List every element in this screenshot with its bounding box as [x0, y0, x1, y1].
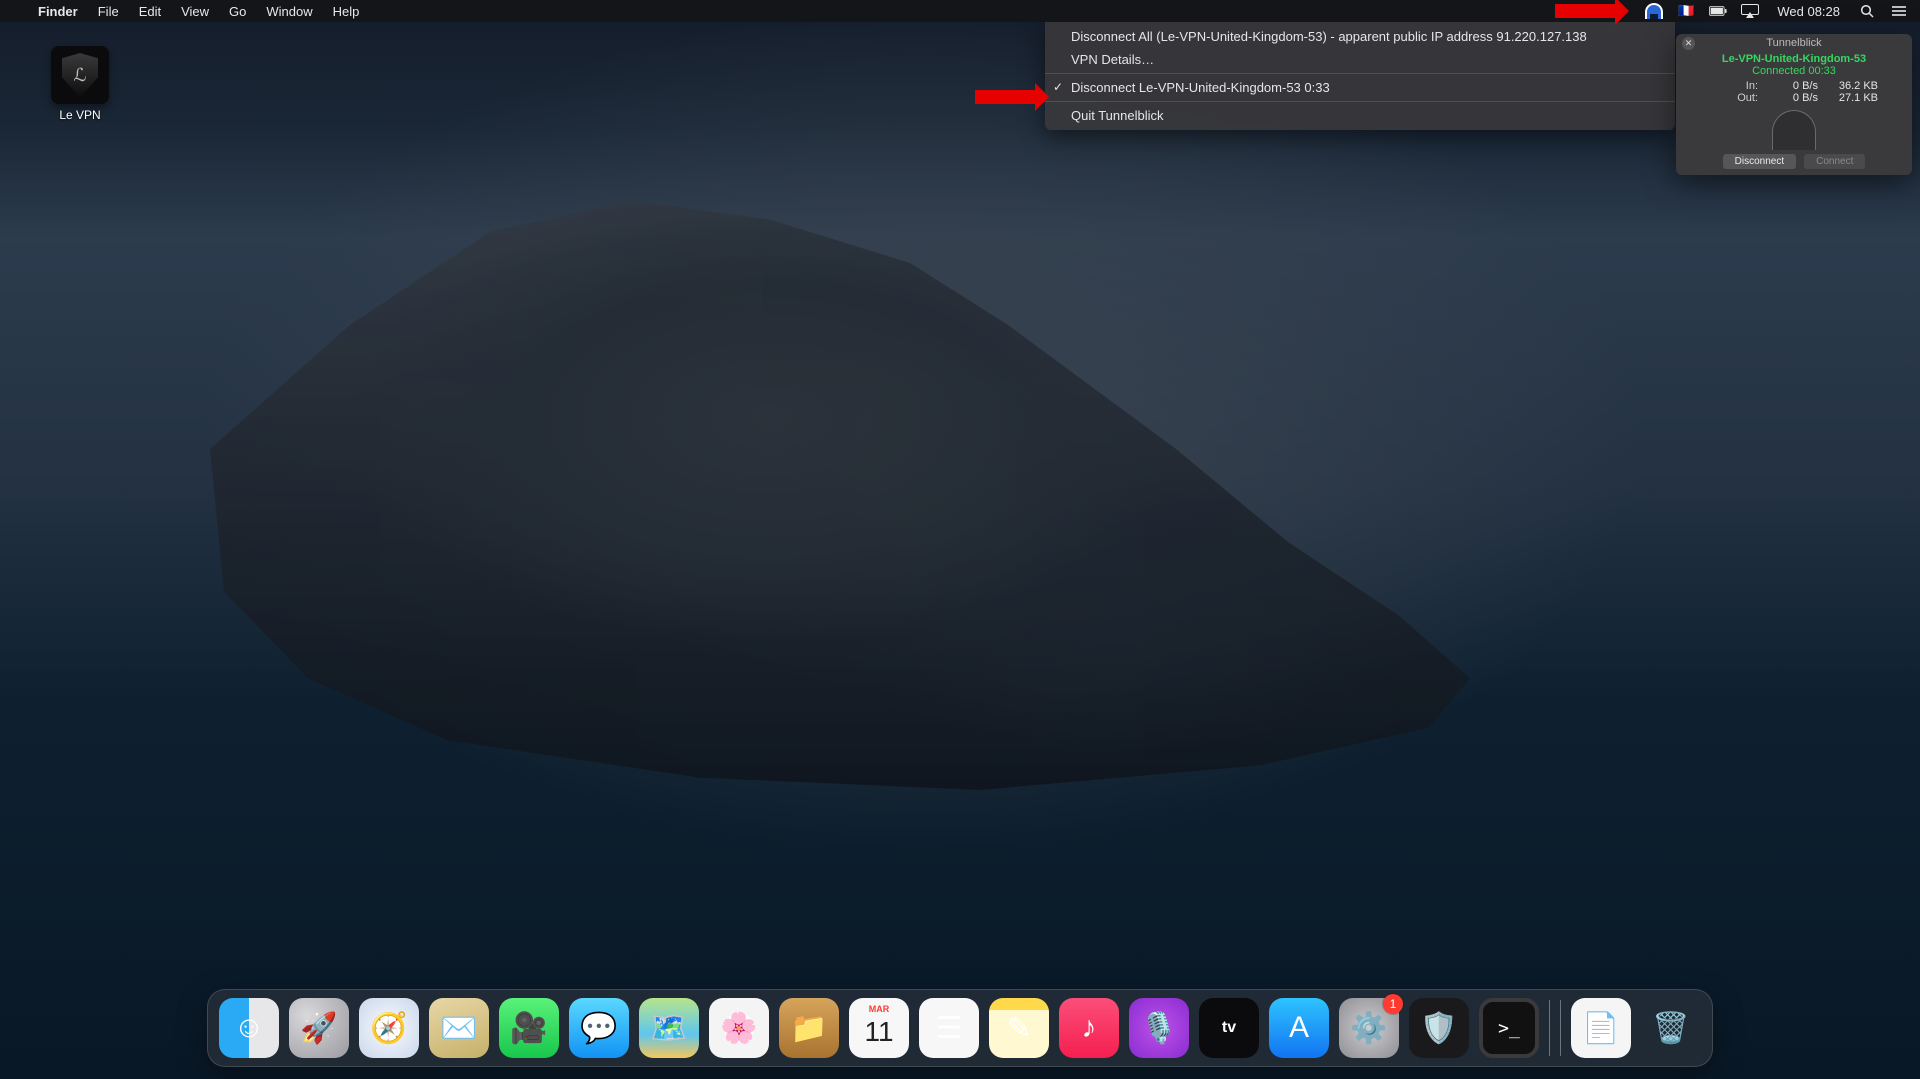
menu-help[interactable]: Help	[323, 4, 370, 19]
tb-in-rate: 0 B/s	[1762, 80, 1818, 92]
menu-file[interactable]: File	[88, 4, 129, 19]
tunnelblick-menu: Disconnect All (Le-VPN-United-Kingdom-53…	[1045, 22, 1675, 130]
calendar-day: 11	[864, 1016, 893, 1048]
dock-calendar[interactable]: MAR 11	[849, 998, 909, 1058]
menubar-app-name[interactable]: Finder	[38, 4, 78, 19]
dock-reminders[interactable]: ☰	[919, 998, 979, 1058]
menu-disconnect-connection[interactable]: Disconnect Le-VPN-United-Kingdom-53 0:33	[1045, 76, 1675, 99]
calendar-month: MAR	[869, 1004, 890, 1014]
tb-disconnect-button[interactable]: Disconnect	[1723, 154, 1796, 169]
control-center-icon[interactable]	[1890, 2, 1908, 20]
battery-icon[interactable]	[1709, 2, 1727, 20]
airplay-icon[interactable]	[1741, 2, 1759, 20]
dock-photos[interactable]: 🌸	[709, 998, 769, 1058]
menu-quit[interactable]: Quit Tunnelblick	[1045, 104, 1675, 127]
dock-podcasts[interactable]: 🎙️	[1129, 998, 1189, 1058]
dock-maps[interactable]: 🗺️	[639, 998, 699, 1058]
dock-notes[interactable]: ✎	[989, 998, 1049, 1058]
menubar-clock[interactable]: Wed 08:28	[1773, 4, 1844, 19]
tunnelblick-status-window: ✕ Tunnelblick Le-VPN-United-Kingdom-53 C…	[1676, 34, 1912, 175]
dock-music[interactable]: ♪	[1059, 998, 1119, 1058]
tb-connection-name: Le-VPN-United-Kingdom-53	[1676, 53, 1912, 65]
dock-finder[interactable]: ☺	[219, 998, 279, 1058]
tb-out-rate: 0 B/s	[1762, 92, 1818, 104]
dock-tv[interactable]: tv	[1199, 998, 1259, 1058]
tb-in-label: In:	[1710, 80, 1758, 92]
dock-safari[interactable]: 🧭	[359, 998, 419, 1058]
dock-levpn[interactable]: 🛡️	[1409, 998, 1469, 1058]
tb-stats: In: 0 B/s 36.2 KB Out: 0 B/s 27.1 KB	[1676, 80, 1912, 104]
dock-separator	[1560, 1000, 1561, 1056]
dock-appstore[interactable]: A	[1269, 998, 1329, 1058]
dock-folder[interactable]: 📁	[779, 998, 839, 1058]
close-icon[interactable]: ✕	[1682, 37, 1695, 50]
menu-separator	[1045, 101, 1675, 102]
tb-in-total: 36.2 KB	[1822, 80, 1878, 92]
annotation-arrow-top	[1555, 4, 1615, 18]
dock-terminal[interactable]: >_	[1479, 998, 1539, 1058]
menubar: Finder File Edit View Go Window Help 🇫🇷 …	[0, 0, 1920, 22]
settings-badge: 1	[1383, 994, 1403, 1014]
menu-disconnect-all[interactable]: Disconnect All (Le-VPN-United-Kingdom-53…	[1045, 25, 1675, 48]
menu-edit[interactable]: Edit	[129, 4, 171, 19]
tb-connection-status: Connected 00:33	[1676, 65, 1912, 77]
dock-separator	[1549, 1000, 1550, 1056]
dock-textedit[interactable]: 📄	[1571, 998, 1631, 1058]
menu-separator	[1045, 73, 1675, 74]
tunnelblick-menubar-icon[interactable]	[1645, 2, 1663, 20]
annotation-arrow-menu	[975, 90, 1035, 104]
menu-vpn-details[interactable]: VPN Details…	[1045, 48, 1675, 71]
levpn-icon: ℒ	[51, 46, 109, 104]
dock-facetime[interactable]: 🎥	[499, 998, 559, 1058]
dock-settings[interactable]: ⚙️1	[1339, 998, 1399, 1058]
tb-window-title: ✕ Tunnelblick	[1676, 34, 1912, 52]
dock-launchpad[interactable]: 🚀	[289, 998, 349, 1058]
tunnel-graphic-icon	[1772, 110, 1816, 150]
menu-window[interactable]: Window	[256, 4, 322, 19]
desktop-icon-levpn[interactable]: ℒ Le VPN	[40, 46, 120, 122]
tb-title-text: Tunnelblick	[1766, 37, 1821, 49]
dock: ☺🚀🧭✉️🎥💬🗺️🌸📁 MAR 11 ☰✎♪🎙️tvA⚙️1🛡️>_ 📄🗑️	[207, 989, 1713, 1067]
flag-icon[interactable]: 🇫🇷	[1677, 2, 1695, 20]
tb-connect-button: Connect	[1804, 154, 1865, 169]
menu-view[interactable]: View	[171, 4, 219, 19]
dock-trash[interactable]: 🗑️	[1641, 998, 1701, 1058]
spotlight-icon[interactable]	[1858, 2, 1876, 20]
tb-out-label: Out:	[1710, 92, 1758, 104]
tb-out-total: 27.1 KB	[1822, 92, 1878, 104]
dock-mail[interactable]: ✉️	[429, 998, 489, 1058]
menu-go[interactable]: Go	[219, 4, 256, 19]
desktop-icon-label: Le VPN	[40, 108, 120, 122]
dock-messages[interactable]: 💬	[569, 998, 629, 1058]
